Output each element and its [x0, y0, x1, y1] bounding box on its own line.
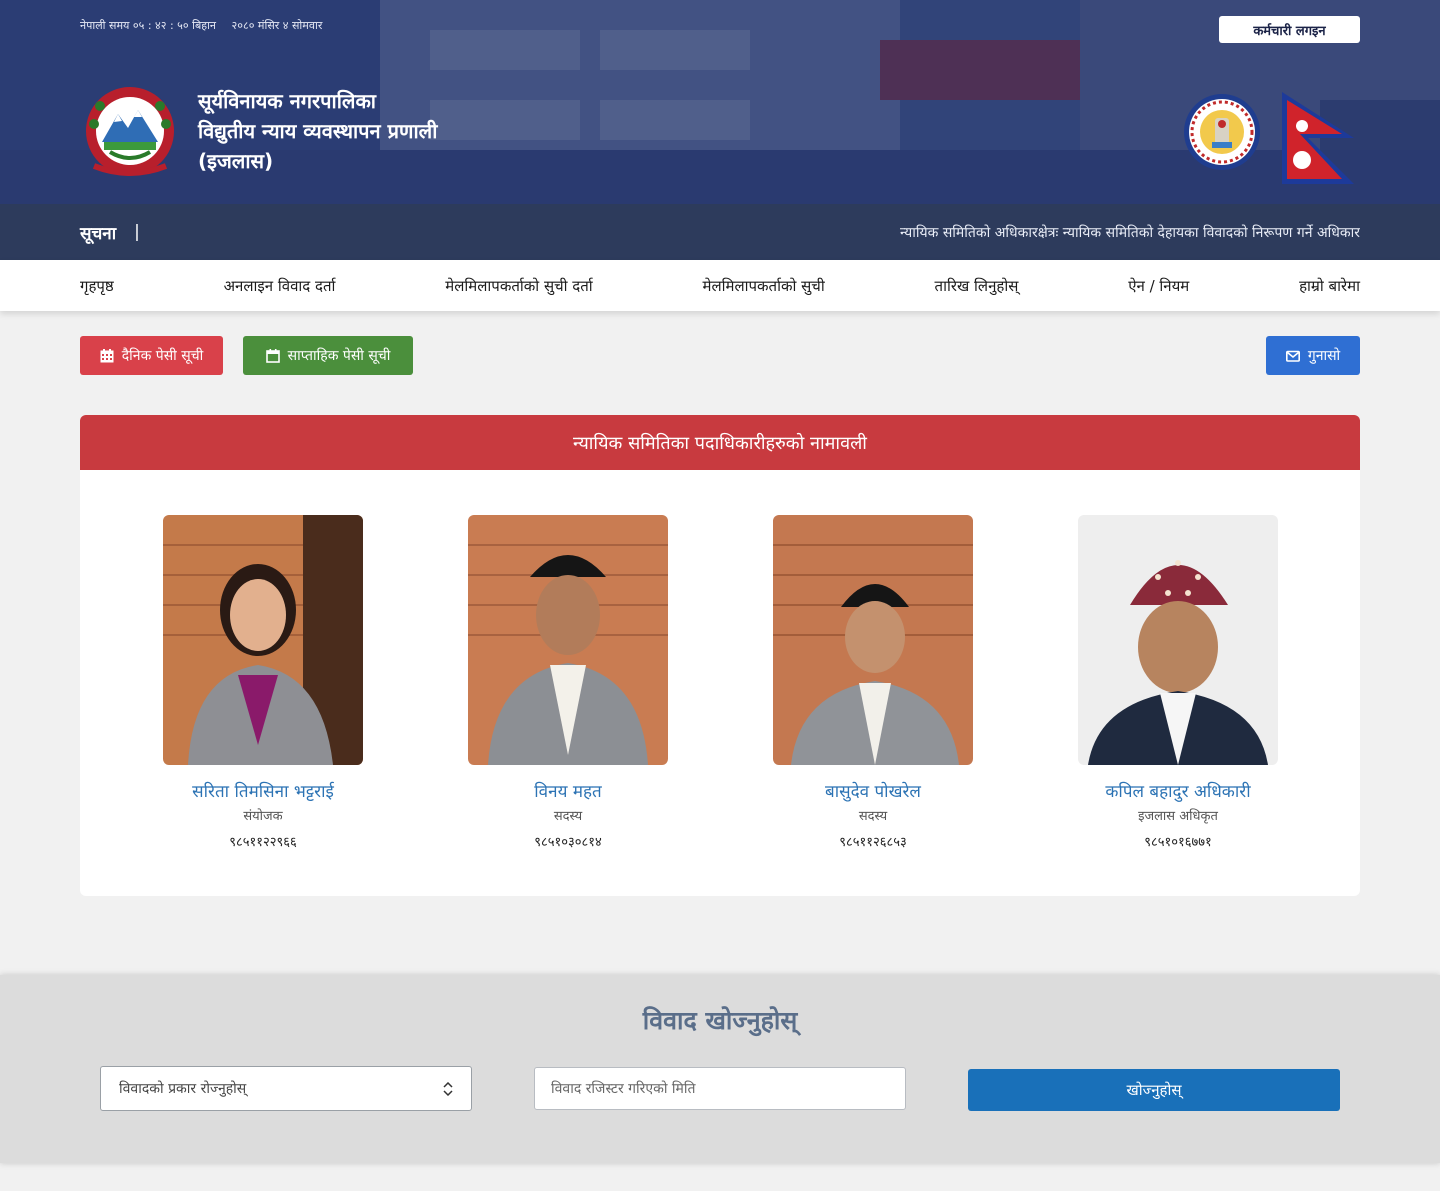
daily-hearing-list-button[interactable]: दैनिक पेसी सूची — [80, 336, 223, 375]
calendar-grid-icon — [100, 348, 114, 362]
weekly-hearing-list-label: साप्ताहिक पेसी सूची — [287, 348, 391, 364]
nepali-time: नेपाली समय ०५ : ४२ : ५० बिहान — [80, 19, 217, 32]
official-phone: ९८५१०१६७७१ — [1144, 835, 1212, 850]
official-card: सरिता तिमसिना भट्टराई संयोजक ९८५११२२९६६ — [163, 515, 363, 850]
official-card: कपिल बहादुर अधिकारी इजलास अधिकृत ९८५१०१६… — [1078, 515, 1278, 850]
official-role: संयोजक — [243, 809, 283, 824]
official-photo — [773, 515, 973, 765]
notice-label-group: सूचना | — [80, 204, 140, 260]
notice-ticker[interactable]: न्यायिक समितिको अधिकारक्षेत्रः न्यायिक स… — [900, 204, 1360, 260]
site-header: नेपाली समय ०५ : ४२ : ५० बिहान २०८० मंसिर… — [0, 0, 1440, 204]
main-navigation: गृहपृष्ठ अनलाइन विवाद दर्ता मेलमिलापकर्त… — [0, 260, 1440, 311]
official-photo — [468, 515, 668, 765]
official-name: विनय महत — [534, 782, 602, 802]
dispute-search-title: विवाद खोज्नुहोस् — [642, 1006, 798, 1035]
staff-login-button[interactable]: कर्मचारी लगइन — [1219, 16, 1360, 43]
nepal-flag-icon — [1282, 92, 1354, 184]
dispute-type-select[interactable]: विवादको प्रकार रोज्नुहोस् — [100, 1066, 472, 1111]
calendar-icon — [265, 348, 280, 363]
official-card: बासुदेव पोखरेल सदस्य ९८५११२६८५३ — [773, 515, 973, 850]
daily-hearing-list-label: दैनिक पेसी सूची — [121, 348, 204, 364]
select-arrows-icon — [443, 1081, 453, 1096]
weekly-hearing-list-button[interactable]: साप्ताहिक पेसी सूची — [243, 336, 413, 375]
action-buttons-row: दैनिक पेसी सूची साप्ताहिक पेसी सूची गुना… — [0, 311, 1440, 415]
official-name: कपिल बहादुर अधिकारी — [1105, 782, 1251, 802]
nepali-date: २०८० मंसिर ४ सोमवार — [231, 19, 323, 32]
nav-item-online-dispute-registration[interactable]: अनलाइन विवाद दर्ता — [224, 276, 336, 296]
official-photo — [163, 515, 363, 765]
notice-ticker-text[interactable]: न्यायिक समितिको अधिकारक्षेत्रः न्यायिक स… — [900, 223, 1360, 242]
notice-separator: | — [134, 222, 140, 242]
nav-item-take-date[interactable]: तारिख लिनुहोस् — [935, 276, 1019, 296]
header-content: नेपाली समय ०५ : ४२ : ५० बिहान २०८० मंसिर… — [80, 0, 1360, 204]
official-card: विनय महत सदस्य ९८५१०३०८१४ — [468, 515, 668, 850]
nav-item-mediator-list[interactable]: मेलमिलापकर्ताको सुची — [702, 276, 824, 296]
grievance-label: गुनासो — [1307, 348, 1341, 364]
nav-item-about-us[interactable]: हाम्रो बारेमा — [1299, 276, 1360, 296]
notice-label: सूचना — [80, 223, 117, 244]
search-button[interactable]: खोज्नुहोस् — [968, 1069, 1340, 1111]
official-name: सरिता तिमसिना भट्टराई — [192, 782, 334, 802]
organization-title: सूर्यविनायक नगरपालिका विद्युतीय न्याय व्… — [198, 86, 437, 176]
government-emblem-logo — [86, 87, 174, 176]
nav-item-mediator-list-registration[interactable]: मेलमिलापकर्ताको सुची दर्ता — [445, 276, 592, 296]
org-title-line-2: विद्युतीय न्याय व्यवस्थापन प्रणाली — [198, 119, 438, 143]
officials-heading: न्यायिक समितिका पदाधिकारीहरुको नामावली — [80, 415, 1360, 470]
municipality-seal-logo — [1184, 94, 1260, 170]
nepali-clock: नेपाली समय ०५ : ४२ : ५० बिहान २०८० मंसिर… — [80, 18, 322, 33]
dispute-type-selected-value: विवादको प्रकार रोज्नुहोस् — [119, 1081, 247, 1097]
official-role: सदस्य — [553, 809, 583, 824]
official-photo — [1078, 515, 1278, 765]
envelope-icon — [1285, 350, 1300, 362]
official-name: बासुदेव पोखरेल — [825, 782, 921, 802]
nav-item-acts-rules[interactable]: ऐन / नियम — [1128, 276, 1189, 296]
officials-grid: सरिता तिमसिना भट्टराई संयोजक ९८५११२२९६६ … — [80, 470, 1360, 896]
official-phone: ९८५११२२९६६ — [229, 835, 297, 850]
official-role: सदस्य — [858, 809, 888, 824]
official-phone: ९८५११२६८५३ — [839, 835, 907, 850]
nav-item-home[interactable]: गृहपृष्ठ — [80, 276, 114, 296]
grievance-button[interactable]: गुनासो — [1266, 336, 1360, 375]
official-role: इजलास अधिकृत — [1138, 809, 1218, 824]
notice-bar: सूचना | न्यायिक समितिको अधिकारक्षेत्रः न… — [0, 204, 1440, 260]
dispute-search-section: विवाद खोज्नुहोस् विवादको प्रकार रोज्नुहो… — [0, 975, 1440, 1163]
official-phone: ९८५१०३०८१४ — [534, 835, 602, 850]
registration-date-input[interactable] — [534, 1067, 906, 1110]
org-title-line-3: (इजलास) — [198, 149, 274, 173]
officials-panel: न्यायिक समितिका पदाधिकारीहरुको नामावली स… — [80, 415, 1360, 896]
org-title-line-1: सूर्यविनायक नगरपालिका — [198, 89, 376, 113]
